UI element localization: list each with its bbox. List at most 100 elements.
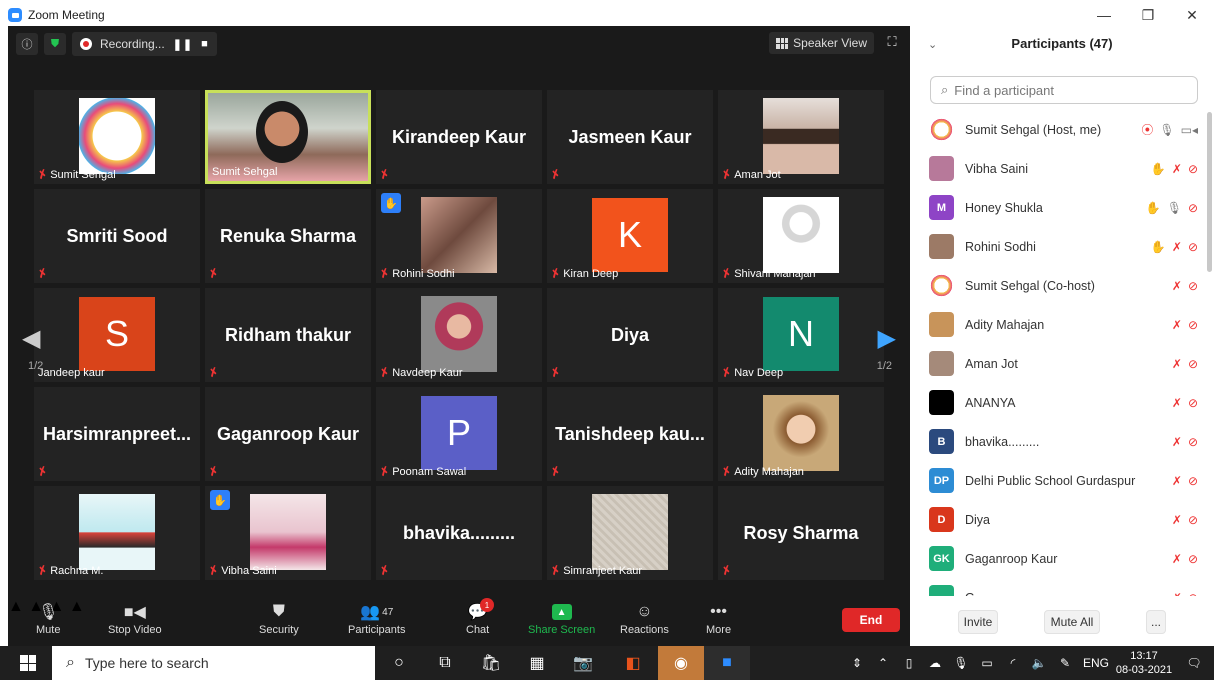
camera-app-icon[interactable]: 📷 [560, 646, 606, 680]
video-tile[interactable]: ✗ Aman Jot [718, 90, 884, 184]
fullscreen-icon[interactable]: ⛶ [884, 34, 900, 50]
participant-status-icons: ✋ ✗ ⊘ [1151, 162, 1198, 176]
store-icon[interactable]: 🛍 [468, 646, 514, 680]
tile-name-label: Rohini Sodhi [392, 267, 455, 280]
pause-recording-button[interactable]: ❚❚ [173, 38, 193, 51]
video-tile[interactable]: Renuka Sharma ✗ [205, 189, 371, 283]
participants-button[interactable]: 👥 47 Participants [348, 600, 405, 636]
participant-photo [763, 98, 839, 174]
video-tile[interactable]: Gaganroop Kaur ✗ [205, 387, 371, 481]
muted-mic-icon: ✗ [551, 465, 561, 478]
video-tile[interactable]: ✋ ✗ Rohini Sodhi [376, 189, 542, 283]
more-button[interactable]: ••• More [706, 600, 731, 636]
video-tile[interactable]: ✗ Rachna M. [34, 486, 200, 580]
participant-list-scrollbar[interactable] [1207, 112, 1212, 272]
speaker-view-button[interactable]: Speaker View [769, 32, 874, 54]
security-button[interactable]: ⛊ Security [259, 600, 299, 636]
microphone-tray-icon[interactable]: 🎙 [948, 656, 974, 670]
stop-video-button[interactable]: ■◀ Stop Video [108, 600, 162, 636]
shield-icon[interactable]: ⛊ [44, 33, 66, 55]
participant-row[interactable]: Adity Mahajan ✗ ⊘ [910, 305, 1206, 344]
panel-more-button[interactable]: ... [1146, 610, 1166, 634]
pen-icon[interactable]: ✎ [1052, 656, 1078, 670]
participant-status-icons: ✋ 🎙 ⊘ [1146, 201, 1198, 215]
participant-row[interactable]: DP Delhi Public School Gurdaspur ✗ ⊘ [910, 461, 1206, 500]
scroll-arrows-icon[interactable]: ⇕ [844, 656, 870, 670]
participant-row[interactable]: Vibha Saini ✋ ✗ ⊘ [910, 149, 1206, 188]
video-tile[interactable]: Smriti Sood ✗ [34, 189, 200, 283]
video-tile[interactable]: S Jandeep kaur [34, 288, 200, 382]
video-tile[interactable]: ✗ Adity Mahajan [718, 387, 884, 481]
video-tile[interactable]: P ✗ Poonam Sawal [376, 387, 542, 481]
muted-mic-icon: ✗ [551, 564, 563, 577]
taskbar-search-input[interactable]: ⌕ Type here to search [52, 646, 375, 680]
invite-button[interactable]: Invite [958, 610, 998, 634]
participant-row[interactable]: ANANYA ✗ ⊘ [910, 383, 1206, 422]
participant-row[interactable]: Sumit Sehgal (Host, me) ⦿ 🎙 ▭◂ [910, 110, 1206, 149]
mute-all-button[interactable]: Mute All [1044, 610, 1100, 634]
video-tile[interactable]: ✗ Navdeep Kaur [376, 288, 542, 382]
reactions-button[interactable]: ☺ Reactions [620, 600, 669, 636]
browser-icon[interactable]: ◉ [658, 646, 704, 680]
windows-start-icon[interactable] [20, 655, 36, 671]
wifi-icon[interactable]: ◜ [1000, 656, 1026, 670]
previous-page-arrow-icon[interactable]: ◀ [22, 324, 40, 353]
video-tile[interactable]: ✗ Sumit Sehgal [34, 90, 200, 184]
participant-row[interactable]: Bbhavika......... ✗ ⊘ [910, 422, 1206, 461]
participant-row[interactable]: Rohini Sodhi ✋ ✗ ⊘ [910, 227, 1206, 266]
share-screen-button[interactable]: ▲ Share Screen [528, 600, 595, 636]
video-tile[interactable]: Diya ✗ [547, 288, 713, 382]
participant-photo [763, 395, 839, 471]
video-tile[interactable]: ✗ Simranjeet Kaur [547, 486, 713, 580]
zoom-taskbar-icon[interactable]: ■ [704, 646, 750, 680]
video-tile[interactable]: Tanishdeep kau... ✗ [547, 387, 713, 481]
video-tile[interactable]: ✗ Shivani Mahajan [718, 189, 884, 283]
participant-search-input[interactable]: ⌕ Find a participant [930, 76, 1198, 104]
recording-indicator: Recording... ❚❚ ■ [72, 32, 217, 56]
end-meeting-button[interactable]: End [842, 608, 900, 632]
participant-row[interactable]: D Diya ✗ ⊘ [910, 500, 1206, 539]
participant-row[interactable]: Sumit Sehgal (Co-host) ✗ ⊘ [910, 266, 1206, 305]
mute-button[interactable]: 🎙 Mute [36, 600, 60, 636]
notifications-icon[interactable]: 🗨 [1174, 656, 1214, 670]
info-icon[interactable]: ⓘ [16, 33, 38, 55]
device-icon[interactable]: ▯ [896, 656, 922, 670]
cortana-icon[interactable]: ○ [376, 646, 422, 680]
video-tile[interactable]: bhavika......... ✗ [376, 486, 542, 580]
video-off-icon: ⊘ [1187, 395, 1198, 410]
participant-name: Aman Jot [965, 356, 1018, 371]
stop-recording-button[interactable]: ■ [201, 38, 209, 50]
participant-row[interactable]: M Honey Shukla ✋ 🎙 ⊘ [910, 188, 1206, 227]
video-tile[interactable]: N ✗ Nav Deep [718, 288, 884, 382]
next-page-arrow-icon[interactable]: ▶ [878, 324, 896, 353]
muted-mic-icon: ✗ [722, 564, 732, 577]
volume-icon[interactable]: 🔈 [1026, 656, 1052, 670]
video-tile[interactable]: Ridham thakur ✗ [205, 288, 371, 382]
video-tile[interactable]: K ✗ Kiran Deep [547, 189, 713, 283]
audio-options-chevron-icon[interactable]: ▲ [8, 598, 24, 615]
cloud-icon[interactable]: ☁ [922, 656, 948, 670]
participant-status-icons: ✗⊘ [1172, 591, 1198, 597]
muted-mic-icon: ✗ [722, 366, 734, 379]
share-options-chevron-icon[interactable]: ▲ [69, 598, 85, 615]
participant-row[interactable]: Aman Jot ✗ ⊘ [910, 344, 1206, 383]
clock[interactable]: 13:17 08-03-2021 [1114, 649, 1174, 677]
tile-name-label: Kiran Deep [563, 267, 619, 280]
participant-name: Harsimranpreet... [42, 423, 192, 444]
video-tile[interactable]: Jasmeen Kaur ✗ [547, 90, 713, 184]
language-indicator[interactable]: ENG [1078, 656, 1114, 670]
muted-mic-icon: ✗ [1172, 591, 1182, 597]
video-tile[interactable]: Sumit Sehgal [205, 90, 371, 184]
tray-chevron-up-icon[interactable]: ⌃ [870, 656, 896, 670]
video-tile[interactable]: Kirandeep Kaur ✗ [376, 90, 542, 184]
task-view-icon[interactable]: ⧉ [422, 646, 468, 680]
calculator-icon[interactable]: ▦ [514, 646, 560, 680]
participant-row[interactable]: G...✗⊘ [910, 578, 1206, 596]
video-tile[interactable]: Harsimranpreet... ✗ [34, 387, 200, 481]
chat-button[interactable]: 💬 1 Chat [466, 598, 494, 636]
participant-row[interactable]: GK Gaganroop Kaur ✗ ⊘ [910, 539, 1206, 578]
video-tile[interactable]: Rosy Sharma ✗ [718, 486, 884, 580]
office-icon[interactable]: ◧ [610, 646, 656, 680]
video-tile[interactable]: ✋ ✗ Vibha Saini [205, 486, 371, 580]
battery-icon[interactable]: ▭ [974, 656, 1000, 670]
